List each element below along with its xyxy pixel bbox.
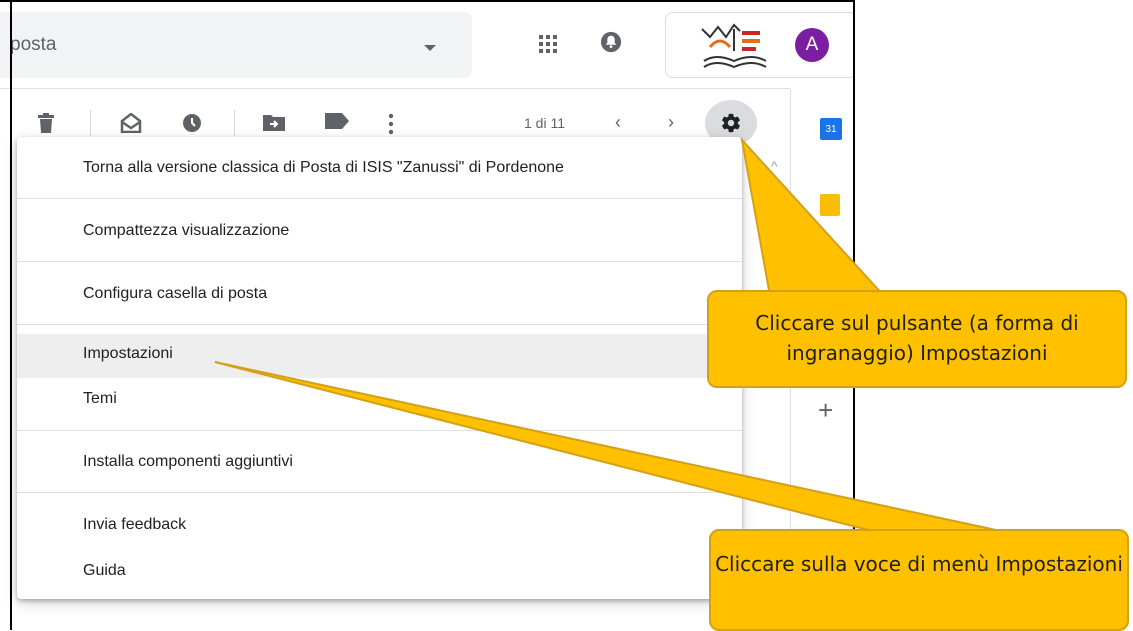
gear-instruction-text: Cliccare sul pulsante (a forma di ingran… — [755, 311, 1079, 365]
menu-instruction-text: Cliccare sulla voce di menù Impostazioni — [715, 552, 1123, 576]
menu-instruction-callout: Cliccare sulla voce di menù Impostazioni — [709, 529, 1129, 631]
gear-callout-pointer — [740, 136, 887, 297]
gear-instruction-callout: Cliccare sul pulsante (a forma di ingran… — [707, 290, 1127, 388]
